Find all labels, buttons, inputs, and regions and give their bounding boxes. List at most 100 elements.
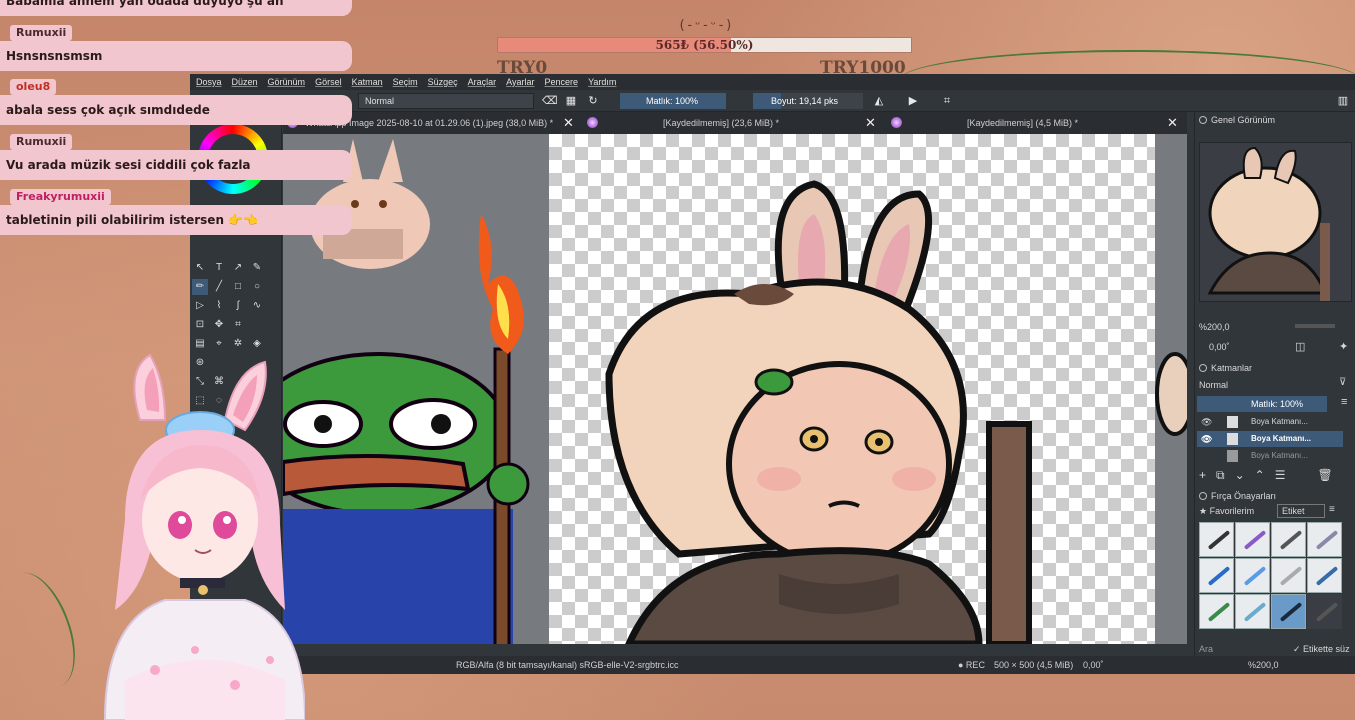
overview-zoom-slider[interactable]: [1295, 324, 1335, 328]
mirror-vertical-icon[interactable]: ▶: [906, 94, 920, 108]
move-up-icon[interactable]: ⌃: [1255, 468, 1265, 484]
brush-preset[interactable]: [1235, 522, 1270, 557]
record-indicator[interactable]: ● REC: [958, 656, 985, 674]
brush-preset[interactable]: [1235, 558, 1270, 593]
brush-presets-title-text: Fırça Önayarları: [1211, 491, 1277, 501]
status-bar: RGB/Alfa (8 bit tamsayı/kanal) sRGB-elle…: [190, 656, 1355, 674]
mirror-view-icon[interactable]: ◫: [1295, 340, 1305, 353]
krita-doc-icon: [587, 117, 598, 128]
chat-username: Rumuxii: [10, 25, 73, 41]
goal-progress-text: 565₺ (56.50%): [655, 38, 754, 52]
brush-tool-icon[interactable]: ✏: [192, 279, 208, 295]
tool-options-bar: Normal ⌫ ▦ ↻ Matlık: 100% Boyut: 19,14 p…: [190, 90, 1355, 112]
close-icon[interactable]: ✕: [1167, 112, 1178, 134]
blend-mode-select[interactable]: Normal: [358, 93, 534, 109]
menu-gorunum[interactable]: Görünüm: [268, 77, 306, 87]
brush-search-input[interactable]: Ara: [1199, 642, 1279, 656]
eye-icon[interactable]: 👁: [1201, 414, 1212, 430]
add-layer-icon[interactable]: +: [1199, 468, 1206, 484]
donation-goal-bar: 565₺ (56.50%): [497, 37, 912, 53]
layer-blend-mode[interactable]: Normal: [1199, 378, 1329, 392]
docker-float-icon[interactable]: [1199, 116, 1207, 124]
brush-preset[interactable]: [1199, 522, 1234, 557]
brush-preset-selected[interactable]: [1271, 594, 1306, 629]
favorites-label: Favorilerim: [1209, 506, 1255, 516]
close-icon[interactable]: ✕: [563, 112, 574, 134]
menu-suzgec[interactable]: Süzgeç: [428, 77, 458, 87]
reset-icon[interactable]: ↻: [586, 94, 600, 108]
layer-opacity-slider[interactable]: Matlık: 100%: [1197, 396, 1327, 412]
tab-unsaved-2[interactable]: [Kaydedilmemiş] (4,5 MiB) * ✕: [887, 112, 1187, 134]
brush-favorites-select[interactable]: ★ Favorilerim: [1199, 504, 1269, 518]
brush-preset[interactable]: [1307, 522, 1342, 557]
calligraphy-icon[interactable]: ✎: [249, 260, 265, 276]
menu-dosya[interactable]: Dosya: [196, 77, 222, 87]
brush-preset[interactable]: [1199, 594, 1234, 629]
menu-araclar[interactable]: Araçlar: [468, 77, 497, 87]
eraser-icon[interactable]: ⌫: [542, 94, 558, 108]
layers-title-text: Katmanlar: [1211, 363, 1253, 373]
menu-katman[interactable]: Katman: [352, 77, 383, 87]
bezier-tool-icon[interactable]: ʃ: [230, 298, 246, 314]
menu-secim[interactable]: Seçim: [393, 77, 418, 87]
delete-layer-icon[interactable]: 🗑: [1317, 468, 1332, 484]
pin-icon[interactable]: ✦: [1339, 340, 1348, 353]
chat-message: Babamla annem yan odada duyuyo şu an: [0, 0, 352, 16]
brush-preset[interactable]: [1271, 558, 1306, 593]
menu-yardim[interactable]: Yardım: [588, 77, 616, 87]
edit-shape-icon[interactable]: ↗: [230, 260, 246, 276]
crop-tool-icon[interactable]: ⌗: [230, 317, 246, 333]
brush-preset[interactable]: [1199, 558, 1234, 593]
layer-row[interactable]: Boya Katmanı...: [1197, 448, 1343, 464]
brush-tag-button[interactable]: Etiket: [1277, 504, 1325, 518]
docker-toggle-icon[interactable]: ▥: [1336, 94, 1350, 108]
line-tool-icon[interactable]: ╱: [211, 279, 227, 295]
alpha-lock-icon[interactable]: ▦: [564, 94, 578, 108]
menu-ayarlar[interactable]: Ayarlar: [506, 77, 534, 87]
close-icon[interactable]: ✕: [865, 112, 876, 134]
layer-properties-icon[interactable]: ☰: [1275, 468, 1286, 484]
canvas-area[interactable]: [283, 134, 1187, 644]
duplicate-layer-icon[interactable]: ⧉: [1216, 468, 1225, 484]
brush-preset[interactable]: [1271, 522, 1306, 557]
brush-presets-docker-title: Fırça Önayarları: [1195, 488, 1355, 504]
layer-row-selected[interactable]: 👁 Boya Katmanı...: [1197, 431, 1343, 447]
select-shape-icon[interactable]: ↖: [192, 260, 208, 276]
overview-rotation[interactable]: 0,00˚: [1209, 342, 1230, 352]
menu-duzen[interactable]: Düzen: [232, 77, 258, 87]
overview-preview[interactable]: [1199, 142, 1352, 302]
brush-preset[interactable]: [1307, 558, 1342, 593]
ellipse-tool-icon[interactable]: ○: [249, 279, 265, 295]
layer-thumbnail: [1227, 450, 1238, 462]
tag-filter-checkbox[interactable]: ✓ Etikette süz: [1293, 642, 1350, 656]
brush-size-slider[interactable]: Boyut: 19,14 pks: [753, 93, 863, 109]
crop-icon[interactable]: ⌗: [940, 94, 954, 108]
menu-gorsel[interactable]: Görsel: [315, 77, 342, 87]
move-down-icon[interactable]: ⌄: [1235, 468, 1245, 484]
tab-unsaved-1[interactable]: [Kaydedilmemiş] (23,6 MiB) * ✕: [583, 112, 883, 134]
zoom-readout[interactable]: %200,0: [1248, 656, 1279, 674]
rectangle-tool-icon[interactable]: □: [230, 279, 246, 295]
opacity-slider[interactable]: Matlık: 100%: [620, 93, 726, 109]
document-tabs: WhatsApp Image 2025-08-10 at 01.29.06 (1…: [283, 112, 1187, 134]
filter-icon[interactable]: ⊽: [1339, 377, 1346, 388]
freehand-path-icon[interactable]: ∿: [249, 298, 265, 314]
eye-icon[interactable]: 👁: [1201, 431, 1212, 447]
text-tool-icon[interactable]: T: [211, 260, 227, 276]
overview-zoom[interactable]: %200,0: [1199, 322, 1230, 332]
move-tool-icon[interactable]: ✥: [211, 317, 227, 333]
brush-preset-empty: [1307, 594, 1342, 629]
layer-menu-icon[interactable]: ≡: [1341, 396, 1347, 408]
layer-row[interactable]: 👁 Boya Katmanı...: [1197, 414, 1343, 430]
polyline-tool-icon[interactable]: ⌇: [211, 298, 227, 314]
docker-float-icon[interactable]: [1199, 492, 1207, 500]
brush-view-icon[interactable]: ≡: [1329, 504, 1335, 515]
brush-preset[interactable]: [1235, 594, 1270, 629]
rotation-readout[interactable]: 0,00˚: [1083, 656, 1104, 674]
docker-float-icon[interactable]: [1199, 364, 1207, 372]
menu-pencere[interactable]: Pencere: [545, 77, 579, 87]
mirror-horizontal-icon[interactable]: ◭: [872, 94, 886, 108]
polygon-tool-icon[interactable]: ▷: [192, 298, 208, 314]
transform-tool-icon[interactable]: ⊡: [192, 317, 208, 333]
partial-artwork-right: [1155, 352, 1187, 436]
